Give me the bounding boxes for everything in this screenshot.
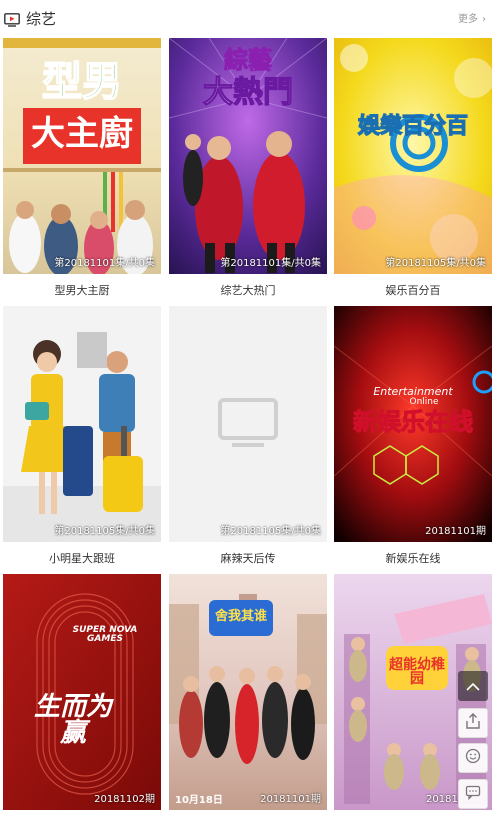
show-title: 娱乐百分百 bbox=[385, 284, 441, 297]
show-poster: Entertainment Online 新娱乐在线 20181101期 bbox=[334, 306, 492, 542]
poster-title: 舍我其谁 bbox=[214, 609, 267, 624]
show-title: 综艺大热门 bbox=[220, 284, 276, 297]
poster-subtitle: SUPER NOVA GAMES bbox=[72, 625, 138, 644]
show-poster: 第20181105集/共0集 bbox=[169, 306, 327, 542]
show-poster: 舍我其谁 10月18日 20181101期 bbox=[169, 574, 327, 810]
poster-title: 娛樂百分百 bbox=[357, 114, 468, 139]
tv-placeholder-icon bbox=[218, 398, 278, 452]
poster-title: 型男 bbox=[41, 59, 123, 105]
poster-subtitle: Entertainment bbox=[373, 385, 453, 398]
poster-artwork bbox=[3, 306, 161, 542]
poster-subtitle: 大熱門 bbox=[202, 75, 293, 110]
episode-badge: 第20181105集/共0集 bbox=[220, 526, 321, 537]
tv-icon bbox=[4, 12, 20, 27]
more-link[interactable]: 更多 › bbox=[458, 13, 486, 27]
chevron-up-icon bbox=[466, 677, 480, 696]
show-poster: 娛樂百分百 第20181105集/共0集 bbox=[334, 38, 492, 274]
comment-button[interactable] bbox=[458, 779, 488, 809]
show-title: 麻辣天后传 bbox=[220, 552, 276, 565]
show-poster: 型男 大主廚 第20181101集/共0集 bbox=[3, 38, 161, 274]
episode-badge: 20181102期 bbox=[94, 794, 155, 805]
more-label: 更多 bbox=[458, 14, 478, 25]
poster-subtitle: Online bbox=[409, 397, 439, 407]
poster-artwork bbox=[334, 38, 492, 274]
episode-badge: 第20181101集/共0集 bbox=[54, 258, 155, 269]
episode-badge: 20181 bbox=[426, 794, 458, 805]
section-header: 综艺 更多 › bbox=[0, 0, 494, 38]
chevron-right-icon: › bbox=[482, 14, 486, 25]
poster-subtitle: 10月18日 bbox=[175, 795, 223, 806]
share-button[interactable] bbox=[458, 708, 488, 738]
show-poster: SUPER NOVA GAMES 生而为赢 20181102期 bbox=[3, 574, 161, 810]
show-poster: 第20181105集/共0集 bbox=[3, 306, 161, 542]
show-poster: 綜藝 大熱門 第20181101集/共0集 bbox=[169, 38, 327, 274]
share-icon bbox=[465, 713, 481, 733]
episode-badge: 20181101期 bbox=[260, 794, 321, 805]
show-title: 小明星大跟班 bbox=[49, 552, 115, 565]
episode-badge: 第20181105集/共0集 bbox=[385, 258, 486, 269]
poster-title: 綜藝 bbox=[224, 46, 273, 74]
emoji-button[interactable] bbox=[458, 743, 488, 773]
episode-badge: 第20181101集/共0集 bbox=[220, 258, 321, 269]
poster-title: 新娱乐在线 bbox=[353, 408, 474, 436]
show-title: 型男大主厨 bbox=[54, 284, 110, 297]
show-title: 新娱乐在线 bbox=[385, 552, 441, 565]
section-title: 综艺 bbox=[26, 10, 57, 28]
poster-title: 生而为赢 bbox=[33, 692, 112, 748]
poster-title: 超能幼稚园 bbox=[389, 657, 445, 687]
poster-subtitle: 大主廚 bbox=[31, 114, 133, 154]
smiley-icon bbox=[465, 748, 481, 768]
episode-badge: 第20181105集/共0集 bbox=[54, 526, 155, 537]
comment-icon bbox=[465, 784, 481, 804]
collapse-button[interactable] bbox=[458, 671, 488, 701]
episode-badge: 20181101期 bbox=[425, 526, 486, 537]
